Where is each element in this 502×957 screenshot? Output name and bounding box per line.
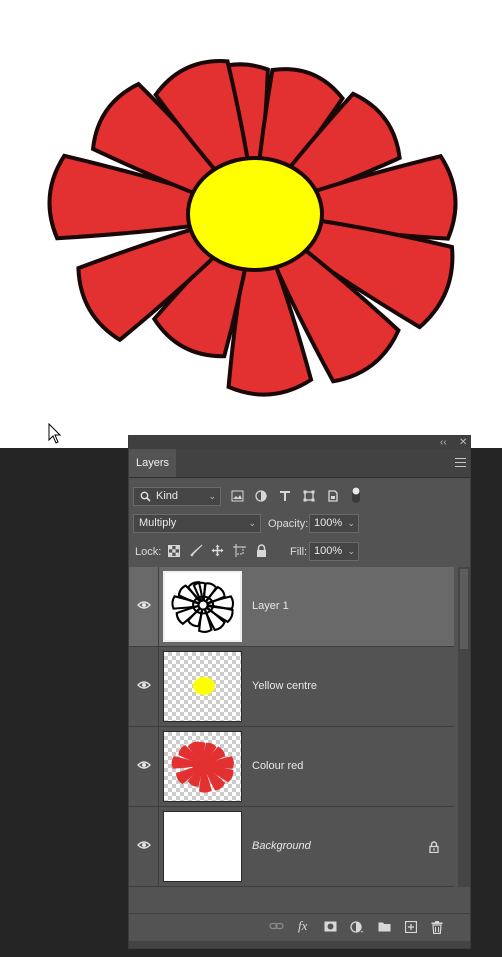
layer-row-yellow-centre[interactable]: Yellow centre <box>129 647 454 727</box>
filter-row: Kind ⌄ <box>129 485 470 509</box>
opacity-field[interactable]: 100% ⌄ <box>309 514 359 533</box>
panel-resize-grip[interactable] <box>129 941 470 948</box>
fill-value: 100% <box>314 545 343 557</box>
layers-footer: fx <box>129 913 470 942</box>
eye-icon[interactable] <box>137 760 151 770</box>
layer-row-layer-1[interactable]: Layer 1 <box>129 567 454 647</box>
eye-icon[interactable] <box>137 680 151 690</box>
layer-name[interactable]: Colour red <box>252 760 303 772</box>
layers-list: Layer 1 Yellow centre Colour red Backgro… <box>129 567 458 887</box>
chevron-down-icon[interactable]: ⌄ <box>347 543 355 560</box>
new-group-icon[interactable] <box>378 921 391 932</box>
eye-icon[interactable] <box>137 600 151 610</box>
layer-name[interactable]: Layer 1 <box>252 600 289 612</box>
lock-artboard-icon[interactable] <box>233 544 246 557</box>
opacity-label: Opacity: <box>268 518 309 530</box>
lock-icon <box>429 841 439 853</box>
layers-panel: ‹‹ ✕ Layers Kind ⌄ Multiply ⌄ Opacity: 1… <box>128 435 471 949</box>
fill-field[interactable]: 100% ⌄ <box>309 542 359 561</box>
delete-layer-icon[interactable] <box>431 921 443 934</box>
chevron-down-icon: ⌄ <box>208 491 216 501</box>
shape-filter-icon[interactable] <box>303 490 315 502</box>
opacity-value: 100% <box>314 517 343 529</box>
image-filter-icon[interactable] <box>231 490 244 502</box>
fill-label: Fill: <box>290 546 308 558</box>
blend-row: Multiply ⌄ Opacity: 100% ⌄ <box>129 512 470 536</box>
document-canvas[interactable] <box>0 0 502 448</box>
add-mask-icon[interactable] <box>324 921 337 932</box>
link-layers-icon[interactable] <box>269 921 284 931</box>
svg-text:fx: fx <box>298 919 308 933</box>
mouse-cursor-icon <box>48 422 62 448</box>
close-panel-button[interactable]: ✕ <box>459 436 467 449</box>
lock-row: Lock: Fill: 100% ⌄ <box>129 540 470 564</box>
adjustment-layer-icon[interactable] <box>350 921 364 934</box>
layer-thumbnail <box>163 571 242 642</box>
layer-name[interactable]: Yellow centre <box>252 680 317 692</box>
search-icon <box>140 491 151 502</box>
layer-row-background[interactable]: Background <box>129 807 454 887</box>
collapse-panel-button[interactable]: ‹‹ <box>440 436 447 449</box>
filter-kind-label: Kind <box>156 490 179 502</box>
lock-image-icon[interactable] <box>190 544 203 557</box>
type-filter-icon[interactable] <box>279 490 291 502</box>
layer-thumbnail <box>163 811 242 882</box>
eye-icon[interactable] <box>137 840 151 850</box>
flower-artwork <box>47 59 458 397</box>
flower-centre <box>186 156 324 272</box>
layer-thumbnail <box>163 651 242 722</box>
lock-label: Lock: <box>135 546 162 558</box>
filter-kind-dropdown[interactable]: Kind ⌄ <box>133 487 221 506</box>
scrollbar-thumb[interactable] <box>460 569 468 649</box>
chevron-down-icon[interactable]: ⌄ <box>347 515 355 532</box>
filter-toggle-icon[interactable] <box>351 486 361 504</box>
new-layer-icon[interactable] <box>405 921 417 933</box>
adjustment-filter-icon[interactable] <box>255 490 267 502</box>
lock-position-icon[interactable] <box>211 544 224 557</box>
lock-all-icon[interactable] <box>256 544 267 557</box>
blend-mode-dropdown[interactable]: Multiply ⌄ <box>133 514 261 533</box>
layer-name[interactable]: Background <box>252 840 311 852</box>
panel-tab-bar: Layers <box>129 449 470 478</box>
panel-title-bar[interactable]: ‹‹ ✕ <box>129 436 470 449</box>
smart-object-filter-icon[interactable] <box>327 490 339 502</box>
blend-mode-value: Multiply <box>139 517 177 529</box>
chevron-down-icon: ⌄ <box>248 518 256 528</box>
layer-row-colour-red[interactable]: Colour red <box>129 727 454 807</box>
layer-thumbnail <box>163 731 242 802</box>
layers-scrollbar[interactable] <box>458 567 470 887</box>
fx-icon[interactable]: fx <box>297 919 313 933</box>
panel-menu-icon[interactable] <box>455 458 466 467</box>
lock-transparent-icon[interactable] <box>168 545 180 557</box>
tab-layers[interactable]: Layers <box>129 449 176 477</box>
